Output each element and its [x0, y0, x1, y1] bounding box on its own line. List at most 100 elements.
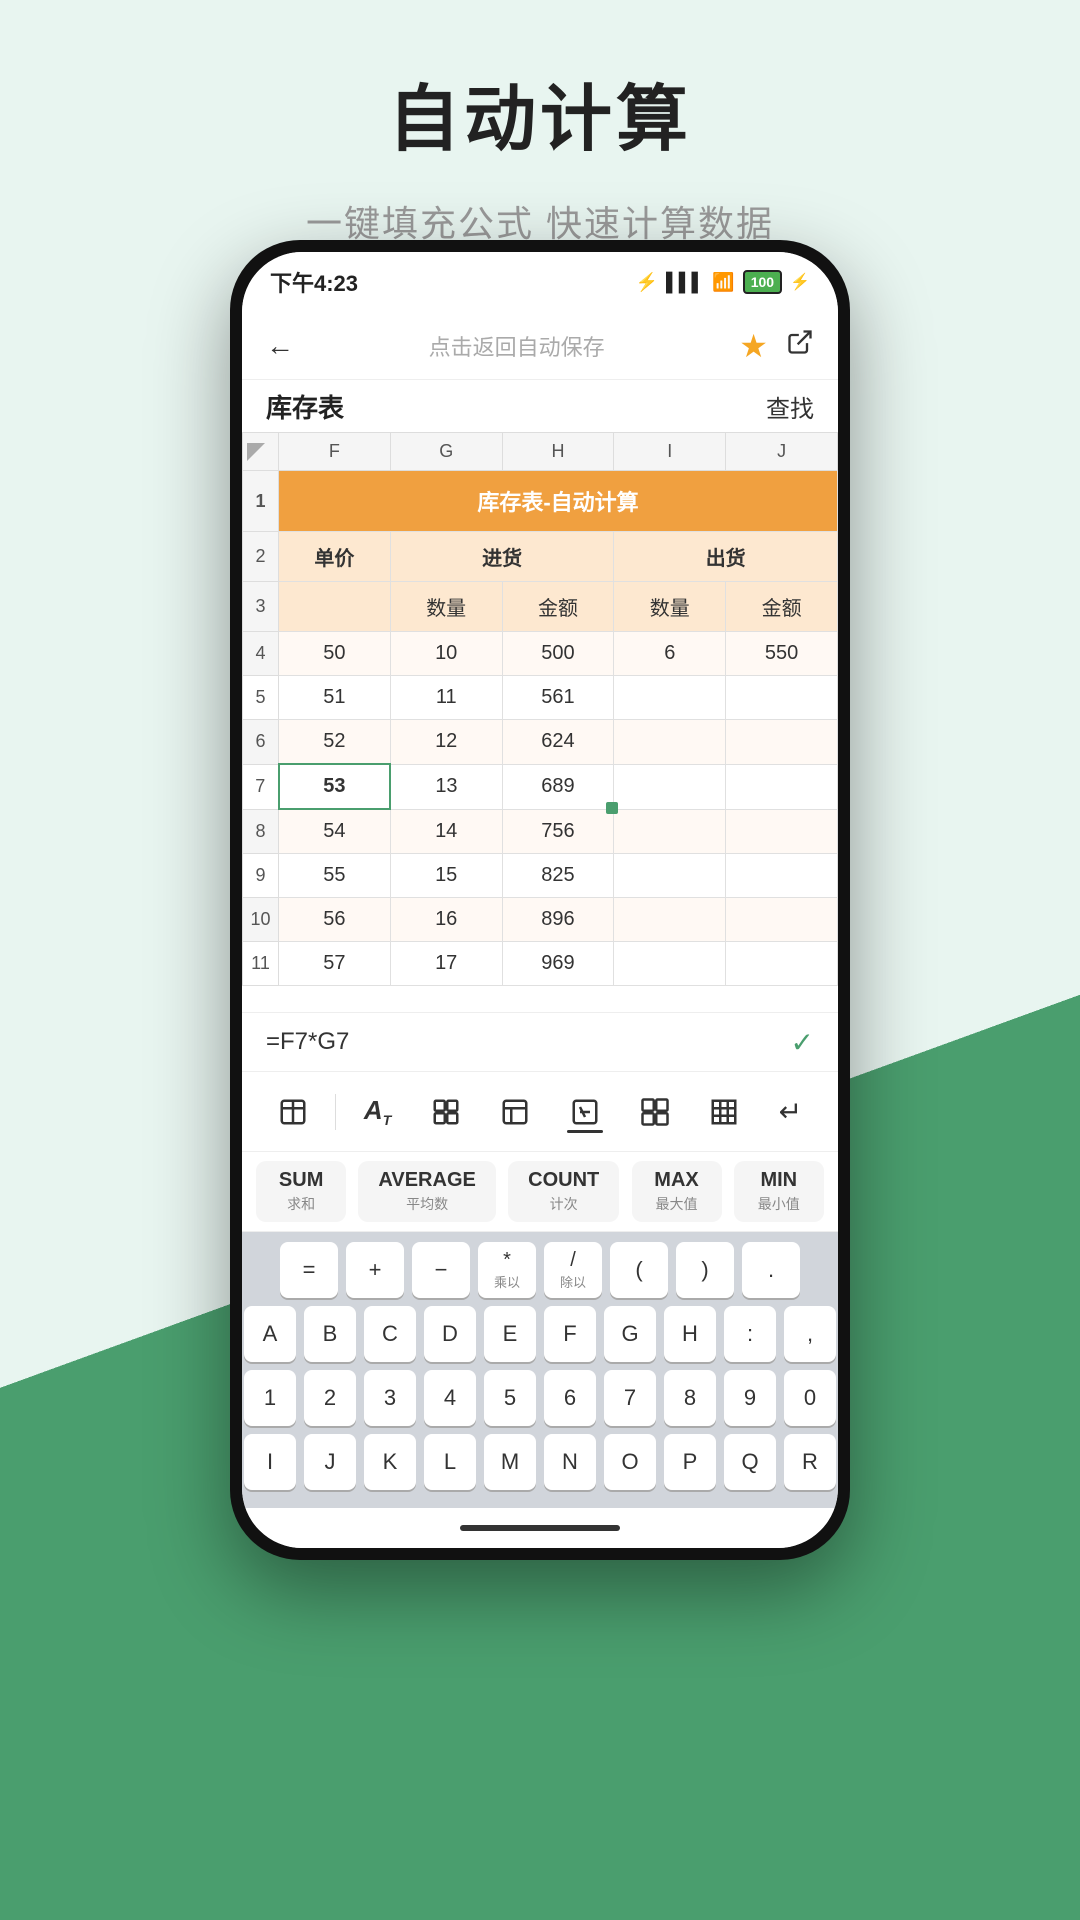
key-5[interactable]: 5 [484, 1370, 536, 1426]
sheet-title-cell[interactable]: 库存表-自动计算 [279, 471, 838, 532]
toolbar-freeze[interactable] [488, 1089, 542, 1135]
cell-H6[interactable]: 624 [502, 720, 614, 765]
fill-handle[interactable] [606, 802, 618, 814]
col-header-G[interactable]: G [390, 433, 502, 471]
key-rparen[interactable]: ) [676, 1242, 734, 1298]
cell-H4[interactable]: 500 [502, 632, 614, 676]
col-header-J[interactable]: J [726, 433, 838, 471]
key-minus[interactable]: − [412, 1242, 470, 1298]
cell-H5[interactable]: 561 [502, 676, 614, 720]
cell-G11[interactable]: 17 [390, 942, 502, 986]
cell-F10[interactable]: 56 [279, 898, 391, 942]
export-icon[interactable] [786, 328, 814, 363]
key-P[interactable]: P [664, 1434, 716, 1490]
cell-IJ2[interactable]: 出货 [614, 532, 838, 582]
key-0[interactable]: 0 [784, 1370, 836, 1426]
key-Q[interactable]: Q [724, 1434, 776, 1490]
key-multiply[interactable]: *乘以 [478, 1242, 536, 1298]
key-4[interactable]: 4 [424, 1370, 476, 1426]
key-1[interactable]: 1 [244, 1370, 296, 1426]
cell-J9[interactable] [726, 854, 838, 898]
cell-I5[interactable] [614, 676, 726, 720]
toolbar-merge[interactable] [628, 1089, 682, 1135]
cell-H3[interactable]: 金额 [502, 582, 614, 632]
cell-J8[interactable] [726, 809, 838, 854]
cell-GH2[interactable]: 进货 [390, 532, 614, 582]
cell-F7[interactable]: 53 [279, 764, 391, 809]
key-I[interactable]: I [244, 1434, 296, 1490]
cell-H8[interactable]: 756 [502, 809, 614, 854]
key-6[interactable]: 6 [544, 1370, 596, 1426]
key-8[interactable]: 8 [664, 1370, 716, 1426]
cell-G8[interactable]: 14 [390, 809, 502, 854]
key-9[interactable]: 9 [724, 1370, 776, 1426]
cell-I8[interactable] [614, 809, 726, 854]
cell-F2[interactable]: 单价 [279, 532, 391, 582]
func-sum[interactable]: SUM 求和 [256, 1161, 346, 1222]
cell-H11[interactable]: 969 [502, 942, 614, 986]
cell-J4[interactable]: 550 [726, 632, 838, 676]
key-3[interactable]: 3 [364, 1370, 416, 1426]
col-header-I[interactable]: I [614, 433, 726, 471]
key-M[interactable]: M [484, 1434, 536, 1490]
func-min[interactable]: MIN 最小值 [734, 1161, 824, 1222]
cell-I6[interactable] [614, 720, 726, 765]
cell-F9[interactable]: 55 [279, 854, 391, 898]
cell-I3[interactable]: 数量 [614, 582, 726, 632]
cell-J6[interactable] [726, 720, 838, 765]
cell-J11[interactable] [726, 942, 838, 986]
cell-I11[interactable] [614, 942, 726, 986]
cell-G6[interactable]: 12 [390, 720, 502, 765]
cell-G4[interactable]: 10 [390, 632, 502, 676]
find-button[interactable]: 查找 [766, 389, 814, 424]
key-2[interactable]: 2 [304, 1370, 356, 1426]
cell-J7[interactable] [726, 764, 838, 809]
toolbar-formula[interactable] [558, 1089, 612, 1135]
cell-G9[interactable]: 15 [390, 854, 502, 898]
key-colon[interactable]: : [724, 1306, 776, 1362]
toolbar-text-format[interactable]: AT [352, 1087, 403, 1136]
cell-I7[interactable] [614, 764, 726, 809]
cell-J3[interactable]: 金额 [726, 582, 838, 632]
key-D[interactable]: D [424, 1306, 476, 1362]
cell-G7[interactable]: 13 [390, 764, 502, 809]
toolbar-table-settings[interactable] [266, 1089, 320, 1135]
cell-G10[interactable]: 16 [390, 898, 502, 942]
key-lparen[interactable]: ( [610, 1242, 668, 1298]
cell-H10[interactable]: 896 [502, 898, 614, 942]
func-count[interactable]: COUNT 计次 [508, 1161, 619, 1222]
cell-F6[interactable]: 52 [279, 720, 391, 765]
cell-F8[interactable]: 54 [279, 809, 391, 854]
key-divide[interactable]: /除以 [544, 1242, 602, 1298]
key-F[interactable]: F [544, 1306, 596, 1362]
key-equals[interactable]: = [280, 1242, 338, 1298]
col-header-H[interactable]: H [502, 433, 614, 471]
cell-J10[interactable] [726, 898, 838, 942]
key-H[interactable]: H [664, 1306, 716, 1362]
cell-F3[interactable] [279, 582, 391, 632]
key-B[interactable]: B [304, 1306, 356, 1362]
col-header-F[interactable]: F [279, 433, 391, 471]
key-dot[interactable]: . [742, 1242, 800, 1298]
cell-H7[interactable]: 689 [502, 764, 614, 809]
toolbar-newline[interactable]: ↵ [767, 1087, 814, 1136]
cell-I10[interactable] [614, 898, 726, 942]
key-plus[interactable]: + [346, 1242, 404, 1298]
key-O[interactable]: O [604, 1434, 656, 1490]
cell-G3[interactable]: 数量 [390, 582, 502, 632]
key-comma[interactable]: , [784, 1306, 836, 1362]
cell-F4[interactable]: 50 [279, 632, 391, 676]
key-L[interactable]: L [424, 1434, 476, 1490]
key-G[interactable]: G [604, 1306, 656, 1362]
cell-I4[interactable]: 6 [614, 632, 726, 676]
cell-J5[interactable] [726, 676, 838, 720]
key-R[interactable]: R [784, 1434, 836, 1490]
formula-confirm-button[interactable]: ✓ [791, 1026, 814, 1059]
cell-G5[interactable]: 11 [390, 676, 502, 720]
key-E[interactable]: E [484, 1306, 536, 1362]
favorite-icon[interactable]: ★ [739, 327, 768, 365]
key-N[interactable]: N [544, 1434, 596, 1490]
formula-text[interactable]: =F7*G7 [266, 1028, 791, 1056]
key-J[interactable]: J [304, 1434, 356, 1490]
toolbar-border[interactable] [697, 1089, 751, 1135]
